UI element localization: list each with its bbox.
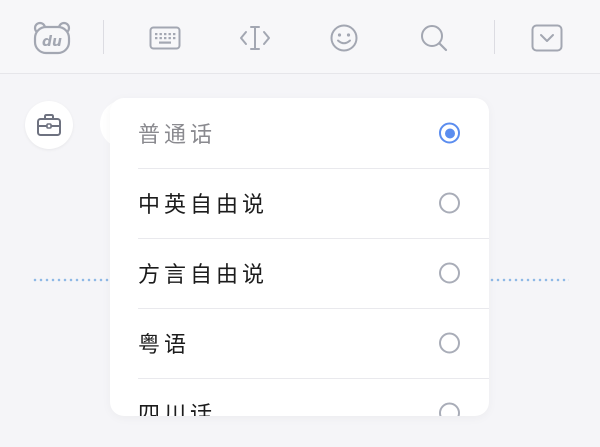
cursor-move-icon	[240, 26, 270, 50]
language-option-label: 粤语	[138, 333, 191, 358]
radio-empty-icon[interactable]	[439, 262, 460, 284]
radio-empty-icon[interactable]	[439, 332, 460, 354]
language-option-label: 普通话	[138, 123, 217, 148]
language-option-label: 四川话	[138, 403, 217, 416]
keyboard-button[interactable]	[144, 17, 186, 59]
radio-selected-icon[interactable]	[439, 122, 460, 144]
cursor-control-button[interactable]	[234, 17, 276, 59]
search-button[interactable]	[413, 17, 455, 59]
language-option-label: 中英自由说	[138, 193, 269, 218]
voice-wave-left	[32, 278, 112, 282]
svg-text:du: du	[42, 34, 62, 50]
keyboard-icon	[149, 26, 181, 50]
voice-language-dropdown: 普通话 中英自由说 方言自由说 粤语 四川话	[110, 98, 489, 416]
emoji-button[interactable]	[323, 17, 365, 59]
language-option-label: 方言自由说	[138, 263, 269, 288]
du-bear-logo-icon: du	[33, 21, 71, 55]
language-option-chinese-english[interactable]: 中英自由说	[110, 168, 489, 238]
voice-wave-right	[489, 278, 569, 282]
radio-empty-icon[interactable]	[439, 402, 460, 416]
collapse-keyboard-button[interactable]	[526, 17, 568, 59]
emoji-icon	[330, 24, 358, 52]
toolbar-divider	[103, 20, 104, 54]
radio-empty-icon[interactable]	[439, 192, 460, 214]
language-option-mandarin[interactable]: 普通话	[110, 98, 489, 168]
toolbar-divider	[494, 20, 495, 54]
collapse-chevron-icon	[531, 24, 563, 52]
search-icon	[421, 25, 448, 52]
language-option-dialect[interactable]: 方言自由说	[110, 238, 489, 308]
toolbox-button[interactable]	[25, 101, 73, 149]
keyboard-toolbar: du	[0, 0, 600, 74]
du-logo-button[interactable]: du	[31, 17, 73, 59]
briefcase-icon	[37, 114, 61, 136]
language-option-sichuanese[interactable]: 四川话	[110, 378, 489, 416]
language-option-cantonese[interactable]: 粤语	[110, 308, 489, 378]
